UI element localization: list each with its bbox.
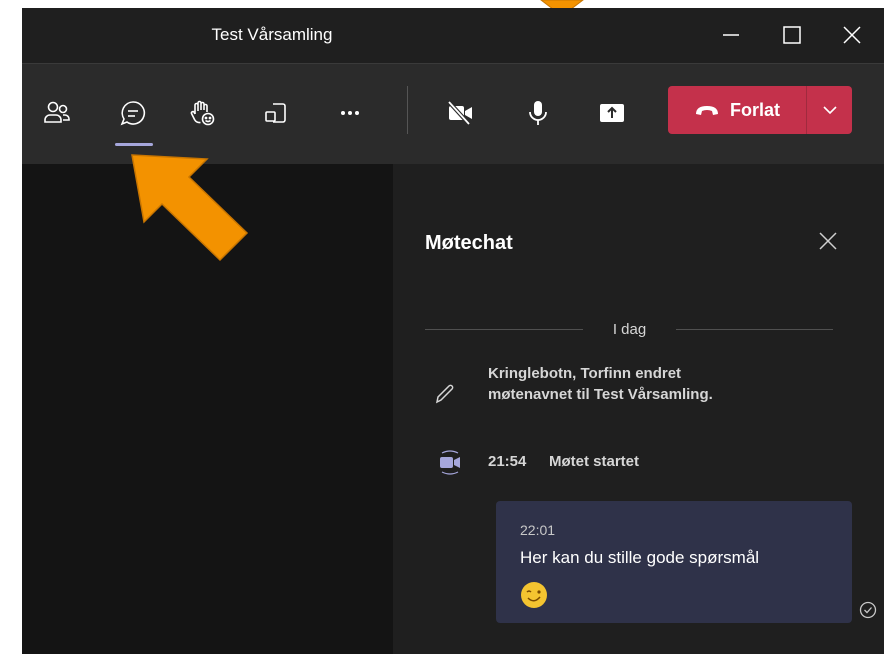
read-receipt-icon [859,601,877,619]
share-screen-icon [600,104,624,122]
winking-smiley-icon [521,582,547,608]
raise-hand-icon [190,100,215,126]
minimize-button[interactable] [714,18,748,52]
chat-button[interactable] [112,92,154,134]
toolbar-divider [407,86,408,134]
meeting-started-icon [440,450,460,475]
message-timestamp: 22:01 [520,522,556,538]
chat-message[interactable]: 22:01 Her kan du stille gode spørsmål [496,501,852,623]
message-text: Her kan du stille gode spørsmål [520,548,760,567]
leave-label: Forlat [729,99,780,120]
close-window-button[interactable] [835,18,869,52]
more-icon [341,111,359,115]
chat-panel-title: Møtechat [425,232,513,254]
chat-icon [120,101,146,126]
minimize-icon [723,34,739,36]
microphone-button[interactable] [517,92,559,134]
share-tray-icon [265,103,286,123]
chat-active-indicator [115,143,153,146]
day-divider-label: I dag [612,321,647,338]
window-title: Test Vårsamling [211,25,333,44]
close-chat-icon[interactable] [813,226,843,256]
meeting-start-time: 21:54 [488,453,527,470]
share-screen-button[interactable] [591,92,633,134]
title-bar: Test Vårsamling [22,8,884,64]
rename-event-text: Kringlebotn, Torfinn endret møtenavnet t… [488,365,713,403]
people-icon [44,101,70,123]
hang-up-icon [695,106,718,115]
close-icon [843,26,861,44]
pencil-icon [435,384,454,404]
camera-toggle-button[interactable] [439,92,481,134]
meeting-start-text: Møtet startet [549,453,640,470]
maximize-button[interactable] [775,18,809,52]
microphone-icon [529,101,547,125]
more-options-button[interactable] [329,92,371,134]
day-divider-line-left [425,329,583,330]
day-divider-line-right [676,329,833,330]
raise-hand-button[interactable] [182,92,224,134]
meeting-window: Test Vårsamling Forlat Møtechat I dag Kr… [22,8,884,654]
annotation-arrow [131,154,249,262]
leave-button[interactable]: Forlat [668,86,852,134]
chevron-down-icon [822,106,837,115]
leave-main-action[interactable]: Forlat [668,86,806,134]
leave-options-dropdown[interactable] [807,86,852,134]
maximize-icon [783,26,801,44]
camera-off-icon [447,100,472,126]
share-tray-button[interactable] [254,92,296,134]
people-button[interactable] [36,92,78,134]
meeting-chat-panel: Møtechat I dag Kringlebotn, Torfinn endr… [393,164,884,654]
